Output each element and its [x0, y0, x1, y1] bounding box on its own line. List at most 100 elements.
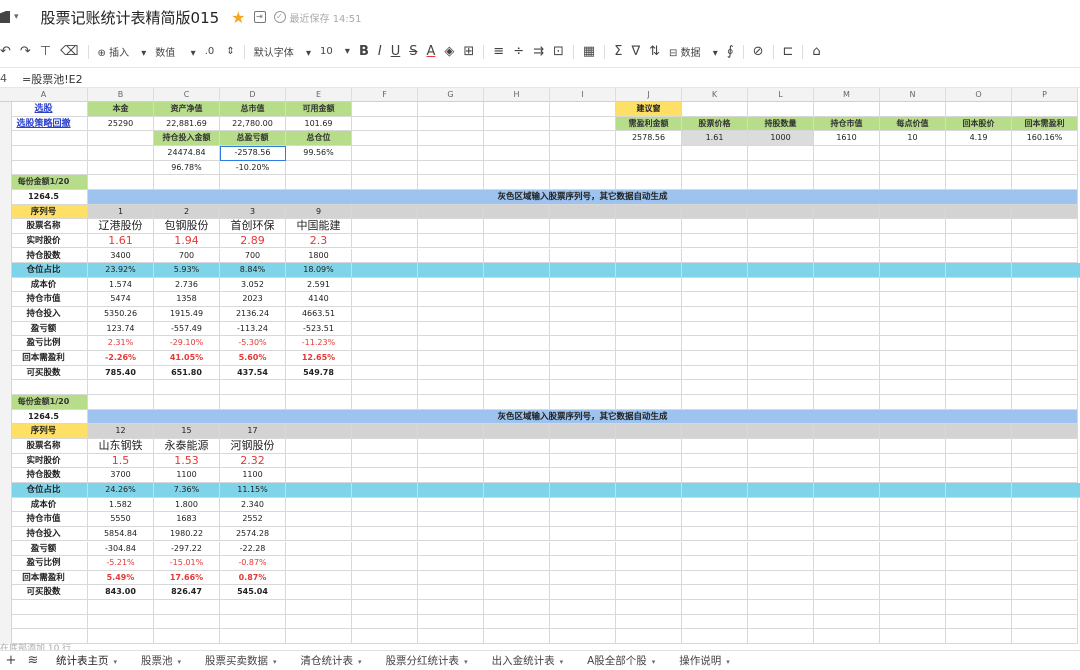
column-header[interactable]: M: [814, 88, 880, 102]
empty-cell[interactable]: [0, 600, 88, 615]
empty-cell[interactable]: [946, 556, 1012, 571]
stock-pnl_pct-cell[interactable]: 2.31%: [88, 336, 154, 352]
ratio-band-cell[interactable]: [418, 263, 484, 278]
position-invest-label[interactable]: 持仓投入金额: [154, 131, 220, 146]
empty-cell[interactable]: [550, 102, 616, 117]
empty-cell[interactable]: [616, 556, 682, 571]
empty-cell[interactable]: [814, 160, 880, 176]
stock-ratios-cell[interactable]: 11.15%: [220, 482, 286, 498]
empty-cell[interactable]: [946, 497, 1012, 513]
suggestion-header[interactable]: 每点价值: [880, 116, 946, 132]
empty-cell[interactable]: [682, 351, 748, 366]
empty-cell[interactable]: [946, 248, 1012, 264]
empty-cell[interactable]: [484, 497, 550, 513]
stock-id-input-cell[interactable]: [286, 424, 352, 439]
stock-costs-cell[interactable]: 2.591: [286, 277, 352, 293]
empty-cell[interactable]: [418, 541, 484, 557]
empty-cell[interactable]: [748, 600, 814, 615]
row-header-strip[interactable]: [0, 102, 12, 645]
section-note[interactable]: 灰色区域输入股票序列号，其它数据自动生成: [88, 189, 1078, 205]
stock-names-cell[interactable]: 中国能建: [286, 219, 352, 234]
stock-prices-cell[interactable]: 1.5: [88, 453, 154, 469]
empty-cell[interactable]: [814, 468, 880, 483]
empty-cell[interactable]: [748, 175, 814, 190]
empty-cell[interactable]: [418, 175, 484, 190]
stock-id-input-cell[interactable]: [946, 424, 1012, 439]
empty-cell[interactable]: [616, 248, 682, 264]
empty-cell[interactable]: [616, 395, 682, 410]
stock-id-input-cell[interactable]: [814, 424, 880, 439]
empty-cell[interactable]: [814, 175, 880, 190]
ratio-band-cell[interactable]: [352, 482, 418, 498]
freeze-icon[interactable]: ⊏: [783, 44, 794, 59]
empty-cell[interactable]: [880, 233, 946, 249]
empty-cell[interactable]: [484, 380, 550, 395]
stock-ratios-cell[interactable]: 23.92%: [88, 263, 154, 278]
empty-cell[interactable]: [682, 292, 748, 308]
empty-cell[interactable]: [814, 438, 880, 454]
empty-cell[interactable]: [748, 307, 814, 322]
empty-cell[interactable]: [616, 570, 682, 586]
stock-invested-cell[interactable]: 2136.24: [220, 307, 286, 322]
empty-cell[interactable]: [748, 365, 814, 381]
empty-cell[interactable]: [1012, 292, 1078, 308]
stock-values-cell[interactable]: 1683: [154, 512, 220, 527]
row-label[interactable]: 股票名称: [0, 219, 88, 234]
empty-cell[interactable]: [682, 541, 748, 557]
ratio-band-cell[interactable]: [616, 263, 682, 278]
empty-cell[interactable]: [946, 380, 1012, 395]
empty-cell[interactable]: [550, 614, 616, 630]
empty-cell[interactable]: [616, 292, 682, 308]
ratio-band-cell[interactable]: [814, 263, 880, 278]
underline-icon[interactable]: U: [391, 44, 401, 59]
stock-costs-cell[interactable]: 2.736: [154, 277, 220, 293]
empty-cell[interactable]: [484, 438, 550, 454]
empty-cell[interactable]: [814, 497, 880, 513]
empty-cell[interactable]: [550, 629, 616, 645]
suggestion-value[interactable]: 160.16%: [1012, 131, 1078, 146]
formula-bar[interactable]: 4 =股票池!E2: [0, 70, 1080, 88]
move-to-folder-icon[interactable]: ⇥: [253, 11, 266, 23]
stock-shares-cell[interactable]: 3400: [88, 248, 154, 264]
empty-cell[interactable]: [1012, 556, 1078, 571]
ratio-band-cell[interactable]: [748, 263, 814, 278]
stock-pnl_pct-cell[interactable]: -29.10%: [154, 336, 220, 352]
stock-ids-cell[interactable]: 1: [88, 204, 154, 220]
empty-cell[interactable]: [880, 380, 946, 395]
wrap-text-icon[interactable]: ⇉: [533, 44, 544, 59]
empty-cell[interactable]: [1012, 614, 1078, 630]
empty-cell[interactable]: [352, 102, 418, 117]
stock-recover-cell[interactable]: 0.87%: [220, 570, 286, 586]
empty-cell[interactable]: [418, 248, 484, 264]
empty-cell[interactable]: [550, 380, 616, 395]
ratio-band-cell[interactable]: [682, 263, 748, 278]
suggestion-header[interactable]: 股票价格: [682, 116, 748, 132]
empty-cell[interactable]: [814, 585, 880, 601]
empty-cell[interactable]: [1012, 497, 1078, 513]
stock-names-cell[interactable]: 永泰能源: [154, 438, 220, 454]
empty-cell[interactable]: [418, 365, 484, 381]
empty-cell[interactable]: [1012, 365, 1078, 381]
empty-cell[interactable]: [946, 336, 1012, 352]
ratio-band-cell[interactable]: [1012, 482, 1080, 498]
stock-recover-cell[interactable]: 12.65%: [286, 351, 352, 366]
empty-cell[interactable]: [220, 175, 286, 190]
empty-cell[interactable]: [418, 102, 484, 117]
empty-cell[interactable]: [418, 497, 484, 513]
empty-cell[interactable]: [682, 175, 748, 190]
stock-pnl_pct-cell[interactable]: -5.30%: [220, 336, 286, 352]
stock-ratios-cell[interactable]: 24.26%: [88, 482, 154, 498]
empty-cell[interactable]: [748, 570, 814, 586]
tab-stock-pool[interactable]: 股票池: [129, 653, 193, 668]
empty-cell[interactable]: [616, 468, 682, 483]
empty-cell[interactable]: [682, 526, 748, 542]
empty-cell[interactable]: [880, 160, 946, 176]
empty-cell[interactable]: [484, 292, 550, 308]
empty-cell[interactable]: [352, 219, 418, 234]
empty-cell[interactable]: [352, 336, 418, 352]
empty-cell[interactable]: [748, 321, 814, 337]
stock-id-input-cell[interactable]: [880, 204, 946, 220]
empty-cell[interactable]: [418, 219, 484, 234]
tab-trade-data[interactable]: 股票买卖数据: [193, 653, 289, 668]
empty-cell[interactable]: [682, 570, 748, 586]
